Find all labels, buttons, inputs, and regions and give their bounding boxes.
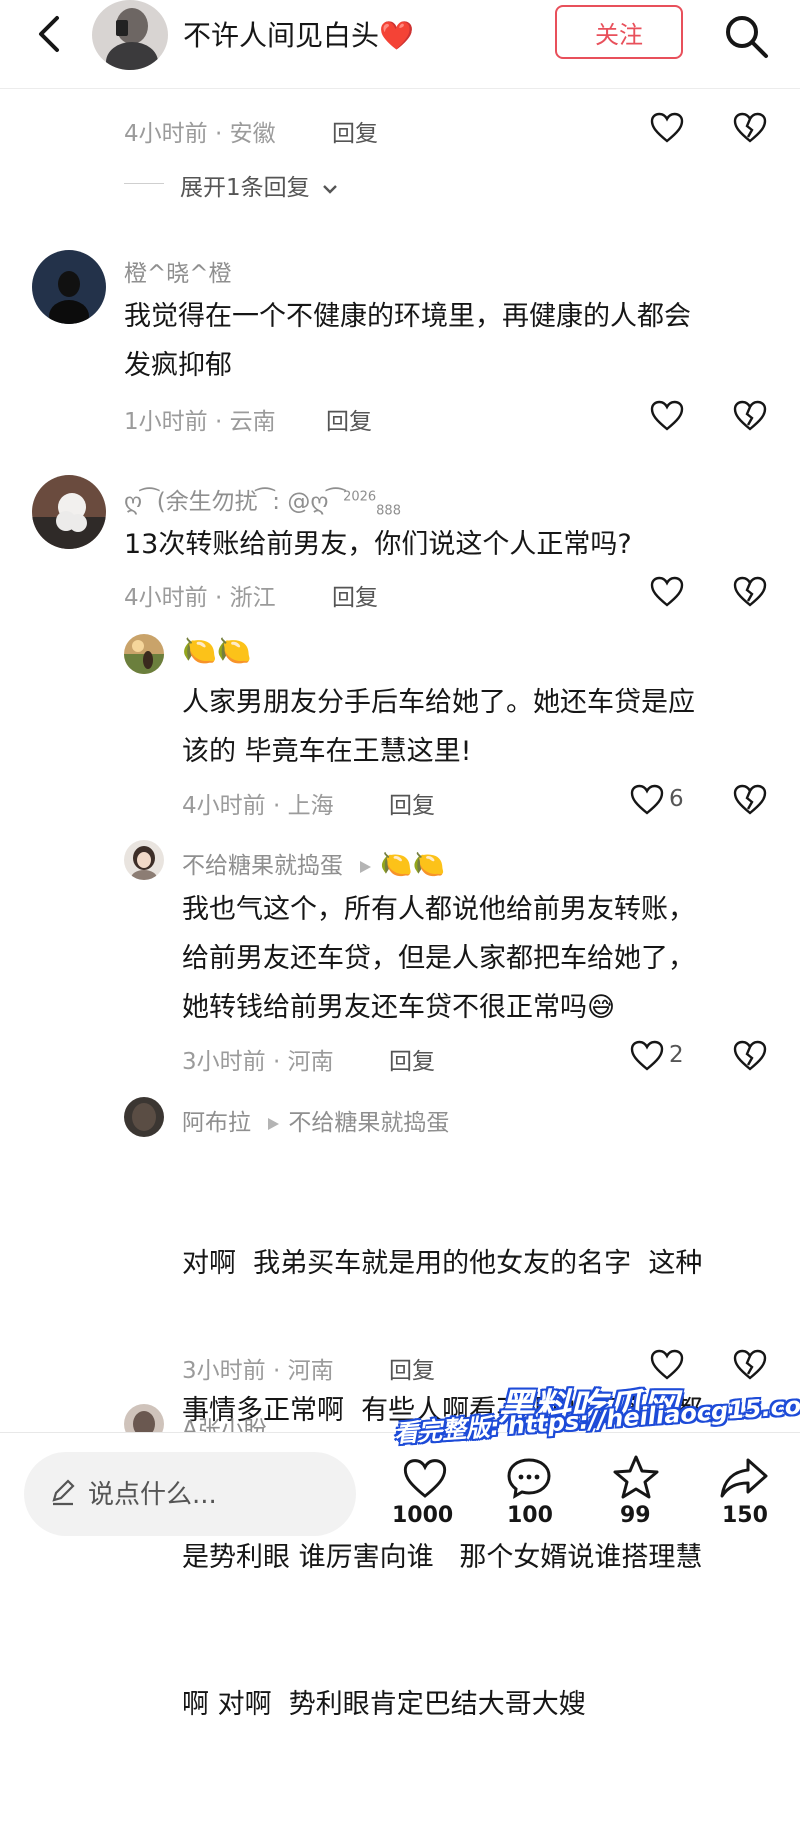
reply-line: 她转钱给前男友还车贷不很正常吗 bbox=[182, 992, 587, 1023]
replier-name-text: 不给糖果就捣蛋 bbox=[182, 853, 343, 879]
like-count: 2 bbox=[669, 1042, 684, 1068]
like-heart-icon[interactable] bbox=[630, 1040, 664, 1072]
replier-avatar[interactable] bbox=[124, 840, 164, 880]
author-avatar[interactable] bbox=[92, 0, 168, 70]
comment-text: 13次转账给前男友，你们说这个人正常吗? bbox=[124, 529, 632, 560]
reply-button[interactable]: 回复 bbox=[389, 1042, 435, 1076]
search-icon[interactable] bbox=[722, 12, 770, 60]
comment-count: 100 bbox=[507, 1503, 553, 1528]
heart-emoji: ❤️ bbox=[379, 19, 414, 52]
author-name[interactable]: 不许人间见白头❤️ bbox=[183, 14, 414, 54]
replier-name[interactable]: 阿布拉 不给糖果就捣蛋 bbox=[182, 1103, 449, 1137]
share-arrow-icon[interactable] bbox=[718, 1456, 770, 1500]
top-bar: 不许人间见白头❤️ 关注 bbox=[0, 0, 800, 89]
dislike-broken-heart-icon[interactable] bbox=[733, 112, 767, 144]
replier-name[interactable]: 不给糖果就捣蛋 🍋🍋 bbox=[182, 846, 445, 880]
star-favorite-icon[interactable] bbox=[612, 1454, 660, 1500]
like-heart-icon[interactable] bbox=[650, 112, 684, 144]
comment-item: 4小时前 · 安徽 回复 展开1条回复 bbox=[0, 88, 800, 218]
back-arrow-icon[interactable] bbox=[30, 12, 70, 56]
commenter-avatar[interactable] bbox=[32, 475, 106, 549]
like-count: 6 bbox=[669, 786, 684, 812]
reply-line: 对啊 我弟买车就是用的他女友的名字 这种 bbox=[182, 1248, 703, 1279]
reply-line: 人家男朋友分手后车给她了。她还车贷是应 bbox=[182, 687, 695, 718]
comment-item: 橙^晓^橙 我觉得在一个不健康的环境里，再健康的人都会 发疯抑郁 1小时前 · … bbox=[0, 240, 800, 450]
like-heart-icon[interactable] bbox=[650, 576, 684, 608]
like-heart-icon[interactable] bbox=[650, 1349, 684, 1381]
dislike-broken-heart-icon[interactable] bbox=[733, 1349, 767, 1381]
reply-to-name[interactable]: 不给糖果就捣蛋 bbox=[288, 1110, 449, 1136]
replier-name-emoji[interactable]: 🍋🍋 bbox=[182, 634, 252, 667]
grin-sweat-emoji: 😅 bbox=[587, 992, 616, 1023]
chevron-down-icon bbox=[323, 184, 337, 194]
commenter-name[interactable]: ღ⁠ ͡⁠ ⁠(余生勿扰 ͡⁠ ⁠: @ღ⁠ ͡⁠ ⁠2026888 bbox=[124, 482, 401, 519]
commenter-name-text: ღ⁠ ͡⁠ ⁠(余生勿扰 ͡⁠ ⁠: @ღ⁠ ͡⁠ ⁠ bbox=[124, 489, 344, 515]
comment-line: 发疯抑郁 bbox=[124, 350, 232, 381]
reply-line: 啊 对啊 势利眼肯定巴结大哥大嫂 bbox=[182, 1689, 586, 1720]
reply-line-last: 她转钱给前男友还车贷不很正常吗😅 bbox=[182, 983, 782, 1032]
replier-avatar[interactable] bbox=[124, 1097, 164, 1137]
expand-divider bbox=[124, 183, 164, 184]
like-heart-icon[interactable] bbox=[650, 400, 684, 432]
replier-avatar[interactable] bbox=[124, 1404, 164, 1432]
comment-time: 1小时前 · 云南 bbox=[124, 409, 276, 435]
expand-replies-label: 展开1条回复 bbox=[180, 175, 310, 201]
dislike-broken-heart-icon[interactable] bbox=[733, 784, 767, 816]
reply-button[interactable]: 回复 bbox=[332, 578, 378, 612]
reply-line: 该的 毕竟车在王慧这里! bbox=[182, 736, 472, 767]
dislike-broken-heart-icon[interactable] bbox=[733, 1040, 767, 1072]
reply-text: 人家男朋友分手后车给她了。她还车贷是应 该的 毕竟车在王慧这里! bbox=[182, 678, 782, 776]
comment-bubble-icon[interactable] bbox=[505, 1456, 553, 1500]
reply-line: 是势利眼 谁厉害向谁 那个女婿说谁搭理慧 bbox=[182, 1542, 703, 1573]
reply-time: 3小时前 · 河南 bbox=[182, 1049, 334, 1075]
commenter-avatar[interactable] bbox=[32, 250, 106, 324]
follow-button[interactable]: 关注 bbox=[555, 5, 683, 59]
name-superscript: 2026 bbox=[343, 489, 377, 505]
reply-text: 我也气这个，所有人都说他给前男友转账， 给前男友还车贷，但是人家都把车给她了， … bbox=[182, 885, 782, 1032]
comment-input-placeholder: 说点什么... bbox=[88, 1480, 217, 1510]
reply-item: 🍋🍋 人家男朋友分手后车给她了。她还车贷是应 该的 毕竟车在王慧这里! 4小时前… bbox=[0, 628, 800, 828]
like-count: 1000 bbox=[392, 1503, 454, 1528]
reply-line: 给前男友还车贷，但是人家都把车给她了， bbox=[182, 943, 695, 974]
reply-button[interactable]: 回复 bbox=[389, 786, 435, 820]
reply-button[interactable]: 回复 bbox=[332, 114, 378, 148]
comment-item: ღ⁠ ͡⁠ ⁠(余生勿扰 ͡⁠ ⁠: @ღ⁠ ͡⁠ ⁠2026888 13次转账… bbox=[0, 470, 800, 620]
like-heart-icon[interactable] bbox=[402, 1458, 448, 1500]
expand-replies-button[interactable]: 展开1条回复 bbox=[180, 168, 339, 202]
name-subscript: 888 bbox=[376, 503, 401, 519]
reply-button[interactable]: 回复 bbox=[389, 1351, 435, 1385]
pencil-icon bbox=[52, 1479, 75, 1506]
reply-time: 3小时前 · 河南 bbox=[182, 1358, 334, 1384]
dislike-broken-heart-icon[interactable] bbox=[733, 400, 767, 432]
play-triangle-icon bbox=[268, 1117, 280, 1130]
comment-line: 我觉得在一个不健康的环境里，再健康的人都会 bbox=[124, 301, 691, 332]
author-name-text: 不许人间见白头 bbox=[183, 19, 380, 52]
play-triangle-icon bbox=[360, 860, 372, 873]
dislike-broken-heart-icon[interactable] bbox=[733, 576, 767, 608]
name-emoji: 🍋🍋 bbox=[380, 850, 446, 880]
comment-time: 4小时前 · 安徽 bbox=[124, 121, 276, 147]
replier-name[interactable]: A张小盼 bbox=[182, 1410, 267, 1432]
comment-time: 4小时前 · 浙江 bbox=[124, 585, 276, 611]
share-count: 150 bbox=[722, 1503, 768, 1528]
reply-item: 阿布拉 不给糖果就捣蛋 对啊 我弟买车就是用的他女友的名字 这种 事情多正常啊 … bbox=[0, 1095, 800, 1720]
reply-time: 4小时前 · 上海 bbox=[182, 793, 334, 819]
comment-text: 我觉得在一个不健康的环境里，再健康的人都会 发疯抑郁 bbox=[124, 292, 774, 390]
replier-name-text: 阿布拉 bbox=[182, 1110, 251, 1136]
commenter-name[interactable]: 橙^晓^橙 bbox=[124, 254, 232, 288]
like-heart-icon[interactable] bbox=[630, 784, 664, 816]
favorite-count: 99 bbox=[620, 1503, 651, 1528]
reply-item: 不给糖果就捣蛋 🍋🍋 我也气这个，所有人都说他给前男友转账， 给前男友还车贷，但… bbox=[0, 838, 800, 1083]
reply-line: 我也气这个，所有人都说他给前男友转账， bbox=[182, 894, 695, 925]
replier-avatar[interactable] bbox=[124, 634, 164, 674]
reply-button[interactable]: 回复 bbox=[326, 402, 372, 436]
